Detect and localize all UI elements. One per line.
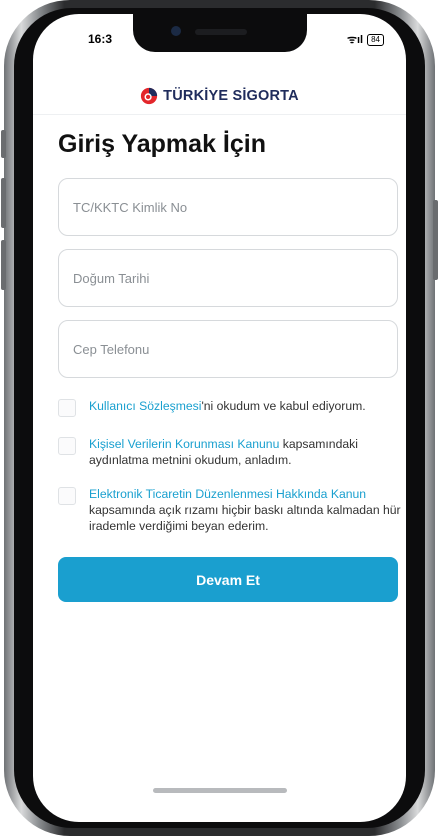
phone-power-button [433,200,438,280]
phone-volume-up-button [1,178,6,228]
home-indicator[interactable] [153,788,287,793]
brand-name: TÜRKİYE SİGORTA [163,88,299,104]
speaker-grille [195,29,247,35]
phone-input[interactable]: Cep Telefonu [58,320,398,378]
e-commerce-text: Elektronik Ticaretin Düzenlenmesi Hakkın… [89,486,403,534]
birth-date-placeholder: Doğum Tarihi [73,270,150,286]
phone-placeholder: Cep Telefonu [73,341,150,357]
user-agreement-link[interactable]: Kullanıcı Sözleşmesi [89,399,201,413]
status-indicators: ᯤıl 84 [347,32,384,47]
page-title: Giriş Yapmak İçin [58,130,266,158]
user-agreement-checkbox[interactable] [58,399,76,417]
brand-logo: TÜRKİYE SİGORTA [33,87,406,105]
consent-row-e-commerce: Elektronik Ticaretin Düzenlenmesi Hakkın… [58,486,403,534]
header-divider [33,114,406,115]
battery-icon: 84 [367,33,384,46]
status-time: 16:3 [88,32,113,46]
consent-row-user-agreement: Kullanıcı Sözleşmesi'ni okudum ve kabul … [58,398,403,417]
phone-volume-down-button [1,240,6,290]
notch [133,14,307,52]
user-agreement-text: Kullanıcı Sözleşmesi'ni okudum ve kabul … [89,398,366,414]
tc-kimlik-placeholder: TC/KKTC Kimlik No [73,199,188,215]
kvkk-text: Kişisel Verilerin Korunması Kanunu kapsa… [89,436,403,468]
front-camera-icon [171,26,181,36]
app-screen: 16:3 ᯤıl 84 TÜRKİYE SİGORTA Giriş Yapmak… [33,14,406,822]
consent-row-kvkk: Kişisel Verilerin Korunması Kanunu kapsa… [58,436,403,468]
signal-icon: ᯤıl [346,34,364,46]
turkiye-sigorta-logo-icon [141,87,158,105]
continue-button[interactable]: Devam Et [58,557,398,602]
e-commerce-checkbox[interactable] [58,487,76,505]
user-agreement-label: 'ni okudum ve kabul ediyorum. [201,399,366,413]
phone-side-button [1,130,6,158]
tc-kimlik-input[interactable]: TC/KKTC Kimlik No [58,178,398,236]
birth-date-input[interactable]: Doğum Tarihi [58,249,398,307]
e-commerce-label: kapsamında açık rızamı hiçbir baskı altı… [89,503,401,533]
e-commerce-law-link[interactable]: Elektronik Ticaretin Düzenlenmesi Hakkın… [89,487,366,501]
kvkk-link[interactable]: Kişisel Verilerin Korunması Kanunu [89,437,279,451]
kvkk-checkbox[interactable] [58,437,76,455]
